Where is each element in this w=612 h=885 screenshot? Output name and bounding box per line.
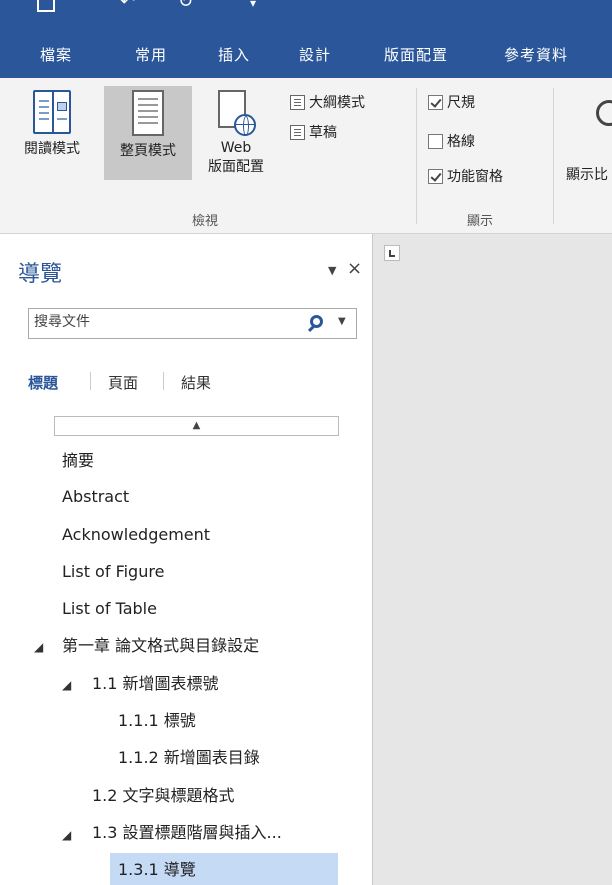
ribbon-tabs: 檔案 常用 插入 設計 版面配置 參考資料	[0, 26, 612, 78]
outline-label: 大綱模式	[309, 95, 365, 111]
collapse-all-button[interactable]: ▲	[54, 416, 339, 436]
tab-headings[interactable]: 標題	[28, 372, 58, 393]
tab-divider	[90, 372, 91, 390]
tab-stop-selector-icon[interactable]	[384, 245, 400, 261]
zoom-icon[interactable]	[596, 100, 612, 126]
tab-design[interactable]: 設計	[299, 44, 331, 65]
tab-file[interactable]: 檔案	[40, 44, 72, 65]
heading-item[interactable]: 1.1.1 標號	[118, 704, 196, 738]
tab-home[interactable]: 常用	[135, 44, 167, 65]
document-area[interactable]	[374, 234, 612, 885]
customize-toolbar-icon[interactable]: ▾	[250, 0, 268, 14]
heading-item[interactable]: List of Figure	[62, 555, 164, 589]
heading-item[interactable]: Acknowledgement	[62, 518, 210, 552]
ruler-check-icon[interactable]	[428, 94, 443, 110]
web-layout-button[interactable]: Web 版面配置	[192, 86, 280, 202]
tab-pages[interactable]: 頁面	[108, 372, 138, 393]
web-layout-label-2: 版面配置	[208, 159, 264, 175]
expand-triangle-icon[interactable]: ◢	[62, 828, 71, 842]
show-group-label: 顯示	[467, 214, 494, 229]
gridlines-checkbox[interactable]: 格線	[428, 131, 475, 151]
expand-triangle-icon[interactable]: ◢	[62, 678, 71, 692]
heading-item[interactable]: 第一章 論文格式與目錄設定	[62, 629, 259, 663]
navigation-pane: 導覽 ▼ × ▼ 標題 頁面 結果 ▲ 摘要 Abstract Acknowle…	[0, 234, 373, 885]
view-group-label: 檢視	[192, 214, 219, 229]
tab-divider	[163, 372, 164, 390]
web-layout-label-1: Web	[220, 140, 252, 156]
outline-icon	[290, 94, 305, 110]
undo-icon[interactable]: ↶	[120, 0, 138, 12]
print-layout-icon	[132, 90, 164, 136]
read-mode-icon	[33, 90, 71, 134]
tab-results[interactable]: 結果	[181, 372, 211, 393]
save-icon[interactable]	[35, 0, 55, 12]
ruler-checkbox[interactable]: 尺規	[428, 92, 475, 112]
heading-item[interactable]: List of Table	[62, 592, 157, 626]
heading-item[interactable]: Abstract	[62, 480, 129, 514]
gridlines-check-icon[interactable]	[428, 133, 443, 149]
redo-icon[interactable]: ↻	[178, 0, 196, 12]
read-mode-label: 閱讀模式	[24, 141, 80, 157]
search-icon[interactable]	[310, 315, 323, 328]
outline-button[interactable]: 大綱模式	[290, 92, 365, 112]
web-layout-icon	[218, 90, 256, 136]
group-divider	[553, 88, 554, 224]
heading-item-selected[interactable]: 1.3.1 導覽	[110, 853, 338, 885]
expand-triangle-icon[interactable]: ◢	[34, 640, 43, 654]
nav-pane-check-icon[interactable]	[428, 168, 443, 184]
print-layout-button[interactable]: 整頁模式	[104, 86, 192, 180]
heading-item[interactable]: 1.1.2 新增圖表目錄	[118, 741, 260, 775]
heading-item[interactable]: 1.3 設置標題階層與插入...	[92, 816, 282, 850]
search-box[interactable]: ▼	[28, 308, 357, 339]
draft-button[interactable]: 草稿	[290, 122, 337, 142]
pane-options-icon[interactable]: ▼	[328, 264, 336, 277]
ruler-label: 尺規	[447, 95, 475, 111]
heading-item[interactable]: 1.1 新增圖表標號	[92, 667, 219, 701]
heading-item[interactable]: 摘要	[62, 444, 94, 478]
tab-layout[interactable]: 版面配置	[384, 44, 448, 65]
draft-icon	[290, 124, 305, 140]
ribbon-view: 閱讀模式 整頁模式 Web 版面配置 大綱模式 草稿 檢視 尺規 格線 功能窗格…	[0, 78, 612, 234]
zoom-label: 顯示比	[566, 167, 608, 183]
quick-access-toolbar: ↶ ↻ ▾	[0, 0, 612, 26]
chevron-down-icon[interactable]: ▼	[338, 316, 346, 327]
draft-label: 草稿	[309, 125, 337, 141]
zoom-button[interactable]: 顯示比	[566, 164, 612, 184]
nav-pane-label: 功能窗格	[447, 169, 503, 185]
read-mode-button[interactable]: 閱讀模式	[0, 86, 104, 178]
group-divider	[416, 88, 417, 224]
tab-references[interactable]: 參考資料	[504, 44, 568, 65]
print-layout-label: 整頁模式	[120, 143, 176, 159]
heading-item[interactable]: 1.2 文字與標題格式	[92, 779, 235, 813]
gridlines-label: 格線	[447, 134, 475, 150]
tab-insert[interactable]: 插入	[218, 44, 250, 65]
nav-pane-checkbox[interactable]: 功能窗格	[428, 166, 503, 186]
nav-pane-title: 導覽	[18, 262, 63, 287]
close-icon[interactable]: ×	[347, 258, 362, 279]
search-input[interactable]	[34, 314, 304, 330]
